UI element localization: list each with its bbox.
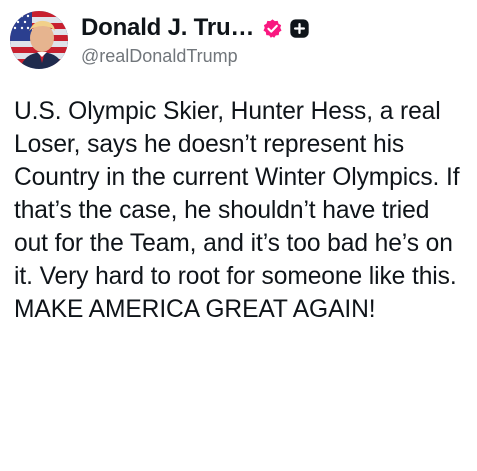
post-text: U.S. Olympic Skier, Hunter Hess, a real … <box>14 98 467 323</box>
verified-badge-icon <box>262 18 283 39</box>
post-header: Donald J. Tru… @realDonaldTrump <box>10 10 467 70</box>
post-card: Donald J. Tru… @realDonaldTrump U.S. Oly… <box>0 0 477 471</box>
author-name-row: Donald J. Tru… <box>81 14 310 42</box>
avatar[interactable] <box>10 11 68 69</box>
square-plus-icon <box>289 18 310 39</box>
author-handle[interactable]: @realDonaldTrump <box>81 46 238 67</box>
avatar-image <box>10 11 68 69</box>
author-display-name[interactable]: Donald J. Tru… <box>81 14 254 42</box>
